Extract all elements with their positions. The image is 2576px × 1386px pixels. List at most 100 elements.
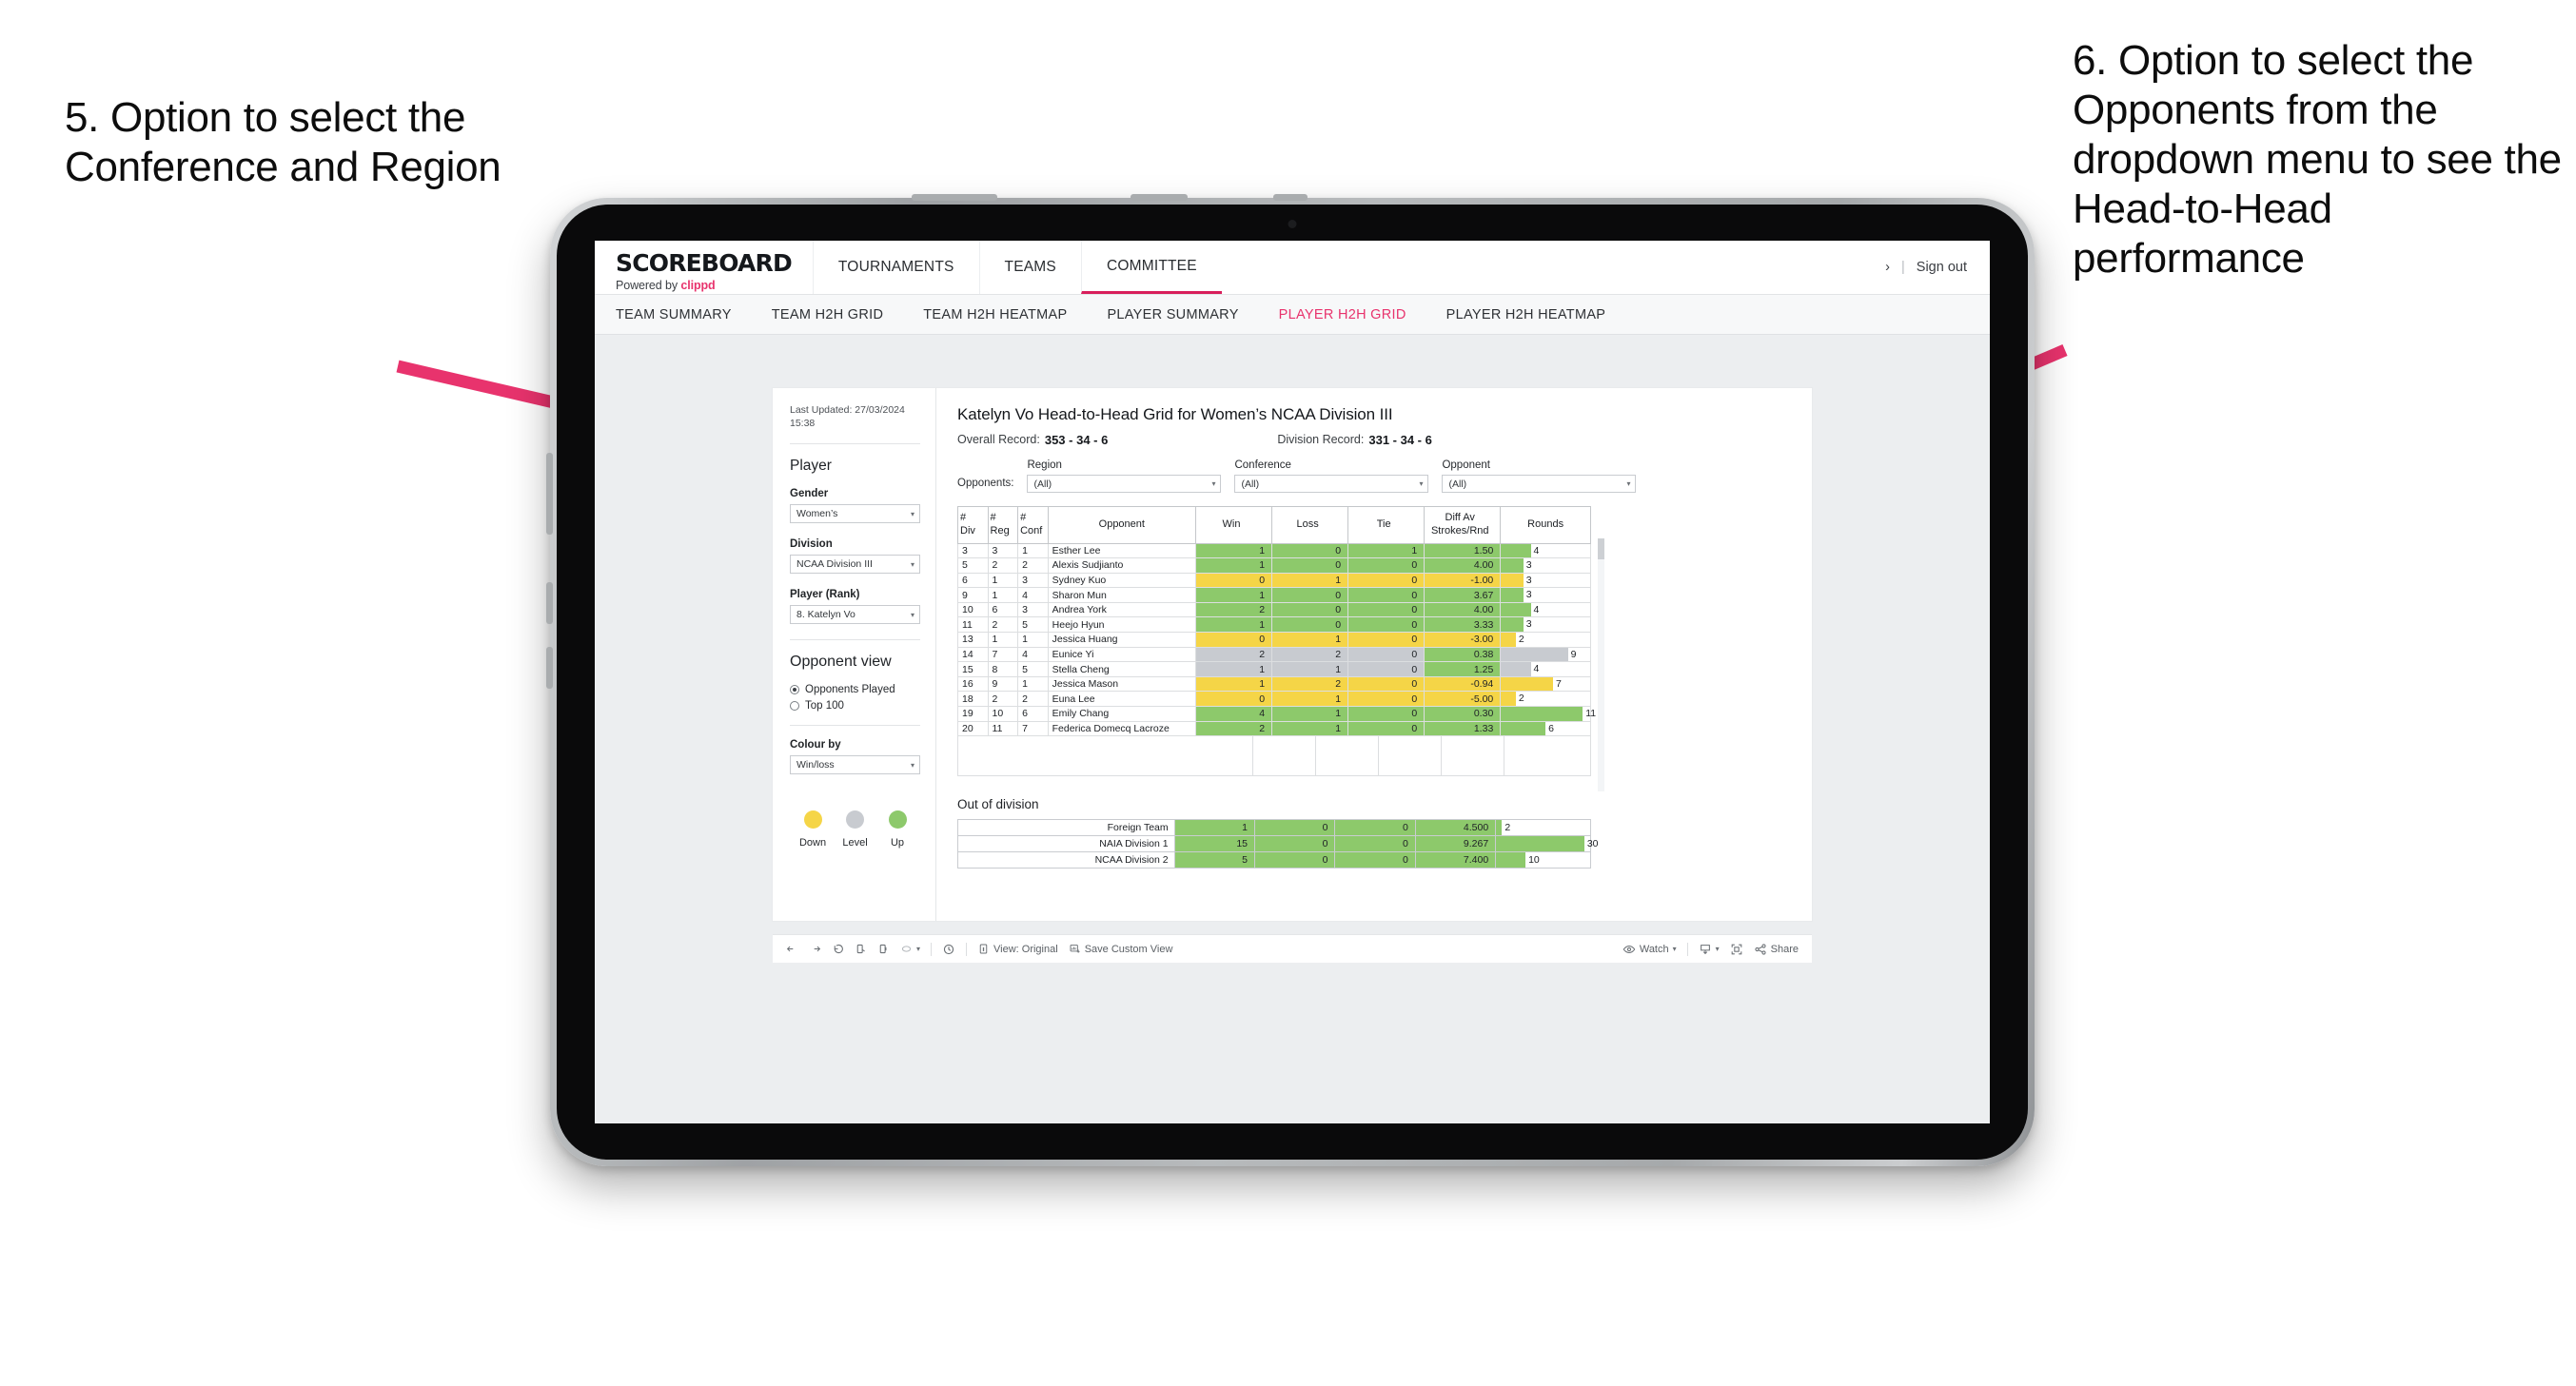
cell-opponent: Sharon Mun [1047, 587, 1196, 603]
chevron-down-icon: ▾ [1672, 945, 1677, 953]
table-row[interactable]: 20 11 7 Federica Domecq Lacroze 2 1 0 1.33 6 [957, 720, 1591, 737]
cell-conf: 4 [1017, 587, 1049, 603]
table-row[interactable]: 3 3 1 Esther Lee 1 0 1 1.50 4 [957, 542, 1591, 559]
brand-logo[interactable]: SCOREBOARD Powered by clippd [595, 241, 813, 294]
tablet-screen-bezel: SCOREBOARD Powered by clippd TOURNAMENTS… [557, 205, 2028, 1160]
player-rank-select[interactable]: 8. Katelyn Vo ▾ [790, 605, 920, 625]
colour-by-value: Win/loss [796, 759, 835, 771]
radio-opponents-played[interactable]: Opponents Played [790, 684, 920, 695]
table-row[interactable]: 6 1 3 Sydney Kuo 0 1 0 -1.00 3 [957, 572, 1591, 589]
division-select[interactable]: NCAA Division III ▾ [790, 555, 920, 575]
col-conf: # Conf [1017, 506, 1049, 544]
device-button-left-a [546, 453, 553, 535]
table-row[interactable]: 5 2 2 Alexis Sudjianto 1 0 0 4.00 3 [957, 557, 1591, 574]
subnav-item-team-h2h-grid[interactable]: TEAM H2H GRID [772, 307, 884, 322]
cell-div: 9 [957, 587, 989, 603]
pause-icon[interactable] [877, 943, 890, 955]
chevron-right-icon[interactable]: › [1885, 260, 1890, 275]
cell-conf: 4 [1017, 646, 1049, 663]
h2h-grid-table: # Div # Reg # Conf Opponent Win Loss Tie Di… [957, 506, 1596, 737]
loop-icon[interactable]: ▾ [900, 943, 920, 955]
camera-icon [1288, 220, 1297, 228]
cell-diff: 1.50 [1424, 542, 1502, 559]
save-custom-view-button[interactable]: Save Custom View [1069, 943, 1172, 955]
view-original-label: View: Original [993, 943, 1058, 955]
cell-reg: 11 [987, 720, 1019, 737]
toolbar-holder: ▾ View: Original Save Custom View Watch … [773, 934, 1812, 963]
cell-diff: 9.267 [1414, 835, 1497, 853]
rounds-bar [1501, 558, 1524, 573]
h2h-grid-wrapper: # Div # Reg # Conf Opponent Win Loss Tie Di… [957, 506, 1604, 791]
cell-tie: 0 [1334, 851, 1416, 869]
table-row[interactable]: 10 6 3 Andrea York 2 0 0 4.00 4 [957, 601, 1591, 618]
cell-win: 1 [1194, 557, 1273, 574]
top-nav-items: TOURNAMENTS TEAMS COMMITTEE [812, 241, 1222, 294]
grid-scrollbar[interactable] [1598, 538, 1604, 791]
topnav-item-committee[interactable]: COMMITTEE [1080, 241, 1222, 294]
table-row[interactable]: 11 2 5 Heejo Hyun 1 0 0 3.33 3 [957, 616, 1591, 634]
share-button[interactable]: Share [1754, 943, 1799, 956]
subnav-item-player-h2h-heatmap[interactable]: PLAYER H2H HEATMAP [1446, 307, 1606, 322]
download-button[interactable]: ▾ [1699, 943, 1720, 956]
undo-icon[interactable] [786, 943, 798, 955]
device-button-left-c [546, 647, 553, 689]
cell-win: 1 [1194, 616, 1273, 634]
overall-record: Overall Record: 353 - 34 - 6 [957, 433, 1108, 447]
gender-select[interactable]: Women’s ▾ [790, 504, 920, 524]
topnav-item-teams[interactable]: TEAMS [978, 241, 1081, 294]
cell-opponent: Sydney Kuo [1047, 572, 1196, 589]
cell-tie: 0 [1347, 616, 1426, 634]
tail-cell [958, 736, 1253, 776]
table-row[interactable]: 16 9 1 Jessica Mason 1 2 0 -0.94 7 [957, 675, 1591, 693]
refresh-icon[interactable] [855, 943, 867, 955]
table-row[interactable]: NCAA Division 2 5 0 0 7.400 10 [957, 851, 1591, 869]
subnav-item-team-h2h-heatmap[interactable]: TEAM H2H HEATMAP [923, 307, 1067, 322]
dashboard-card: Last Updated: 27/03/2024 15:38 Player Ge… [773, 388, 1812, 921]
cell-win: 1 [1194, 661, 1273, 677]
table-row[interactable]: 19 10 6 Emily Chang 4 1 0 0.30 11 [957, 706, 1596, 722]
chevron-down-icon: ▾ [910, 760, 914, 770]
cell-diff: 3.33 [1424, 616, 1502, 634]
rounds-value: 2 [1518, 634, 1524, 646]
sign-out-link[interactable]: Sign out [1917, 260, 1967, 275]
grid-scrollbar-thumb[interactable] [1598, 538, 1604, 559]
cell-tie: 0 [1347, 632, 1426, 648]
table-row[interactable]: 15 8 5 Stella Cheng 1 1 0 1.25 4 [957, 661, 1591, 677]
table-row[interactable]: 13 1 1 Jessica Huang 0 1 0 -3.00 2 [957, 632, 1591, 648]
cell-conf: 1 [1017, 675, 1049, 693]
subnav-item-team-summary[interactable]: TEAM SUMMARY [616, 307, 732, 322]
conference-select[interactable]: (All) ▾ [1234, 475, 1429, 493]
bottom-toolbar: ▾ View: Original Save Custom View Watch … [773, 934, 1812, 963]
subnav-item-player-h2h-grid[interactable]: PLAYER H2H GRID [1279, 307, 1406, 322]
cell-tie: 0 [1347, 661, 1426, 677]
colour-by-select[interactable]: Win/loss ▾ [790, 755, 920, 775]
cell-conf: 5 [1017, 661, 1049, 677]
topnav-item-tournaments[interactable]: TOURNAMENTS [812, 241, 979, 294]
toolbar-divider [1686, 942, 1688, 956]
region-select[interactable]: (All) ▾ [1027, 475, 1222, 493]
table-row[interactable]: 14 7 4 Eunice Yi 2 2 0 0.38 9 [957, 646, 1591, 663]
table-row[interactable]: 9 1 4 Sharon Mun 1 0 0 3.67 3 [957, 587, 1591, 603]
watch-button[interactable]: Watch ▾ [1622, 943, 1677, 956]
cell-win: 0 [1194, 632, 1273, 648]
cell-rounds: 4 [1500, 661, 1591, 677]
radio-top-100[interactable]: Top 100 [790, 700, 920, 712]
cell-opponent: Jessica Mason [1047, 675, 1196, 693]
redo-icon[interactable] [809, 943, 821, 955]
subnav-item-player-summary[interactable]: PLAYER SUMMARY [1107, 307, 1238, 322]
revert-icon[interactable] [832, 943, 844, 955]
table-row[interactable]: NAIA Division 1 15 0 0 9.267 30 [957, 835, 1599, 853]
cell-diff: 7.400 [1414, 851, 1497, 869]
fullscreen-icon[interactable] [1730, 943, 1743, 956]
table-row[interactable]: 18 2 2 Euna Lee 0 1 0 -5.00 2 [957, 691, 1591, 708]
opponent-select[interactable]: (All) ▾ [1442, 475, 1637, 493]
table-row[interactable]: Foreign Team 1 0 0 4.500 2 [957, 819, 1591, 837]
rounds-value: 4 [1533, 663, 1540, 675]
cell-diff: 0.30 [1424, 706, 1502, 722]
cell-loss: 1 [1271, 572, 1349, 589]
gender-value: Women’s [796, 508, 838, 520]
cell-rounds: 3 [1500, 616, 1591, 634]
cell-opponent: Emily Chang [1047, 706, 1196, 722]
history-icon[interactable] [942, 943, 955, 956]
view-original-button[interactable]: View: Original [977, 943, 1058, 955]
